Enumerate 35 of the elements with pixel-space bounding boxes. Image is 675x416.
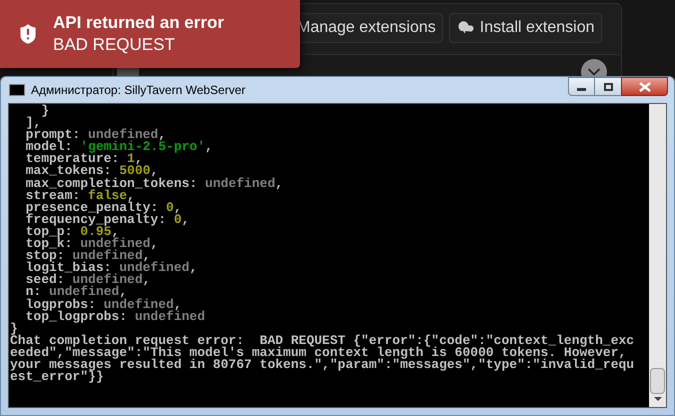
scroll-down-icon[interactable]	[654, 397, 662, 401]
console-text: ,	[119, 284, 128, 300]
console-text: est_error"}}	[10, 369, 104, 384]
console-text: ,	[205, 139, 213, 154]
console-text: ,	[174, 296, 182, 312]
maximize-button[interactable]	[595, 77, 621, 96]
console-text: undefined	[134, 308, 206, 324]
console-text: ,	[142, 248, 150, 264]
window-title: Администратор: SillyTavern WebServer	[31, 82, 246, 99]
close-button[interactable]	[621, 77, 668, 96]
console-text: ,	[150, 163, 158, 178]
console-text: 0	[166, 200, 174, 215]
console-text: top_k:	[24, 236, 73, 252]
console-text: undefined	[205, 176, 276, 191]
console-text: }	[10, 320, 18, 336]
console-text: ],	[24, 115, 42, 130]
console-text: }	[40, 104, 50, 118]
console-text: undefined	[104, 296, 174, 312]
toast-message: BAD REQUEST	[53, 34, 176, 56]
minimize-button[interactable]	[568, 77, 595, 96]
console-text: ,	[189, 260, 198, 276]
chevron-down-icon[interactable]	[581, 59, 607, 76]
console-text: logprobs:	[24, 296, 96, 312]
console-text: ,	[142, 272, 150, 288]
console-text: max_tokens:	[24, 163, 112, 178]
toast-title: API returned an error	[53, 12, 224, 34]
extension-button[interactable]: Install extension	[448, 13, 602, 43]
console-text: ,	[182, 212, 190, 227]
scrollbar-thumb[interactable]	[650, 368, 665, 394]
scrollbar[interactable]	[649, 104, 666, 407]
console-text: model:	[24, 139, 72, 154]
console-text: ,	[275, 176, 284, 191]
close-icon	[638, 82, 650, 92]
console-text: ,	[150, 236, 158, 252]
console-icon	[9, 84, 25, 96]
